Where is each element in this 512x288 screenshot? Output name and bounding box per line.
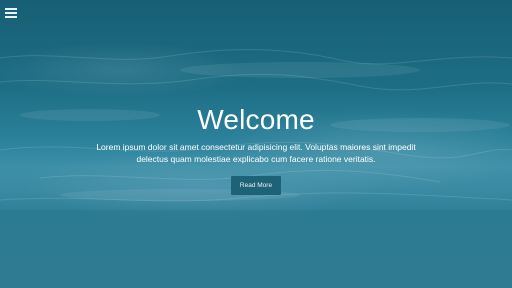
hero-title: Welcome [197,104,315,135]
hamburger-menu-icon [5,8,17,10]
hero-section: Welcome Lorem ipsum dolor sit amet conse… [0,0,512,288]
menu-button[interactable] [5,6,19,20]
read-more-button[interactable]: Read More [230,176,282,195]
hero-content: Welcome Lorem ipsum dolor sit amet conse… [0,103,512,195]
hero-subtitle: Lorem ipsum dolor sit amet consectetur a… [96,142,416,164]
